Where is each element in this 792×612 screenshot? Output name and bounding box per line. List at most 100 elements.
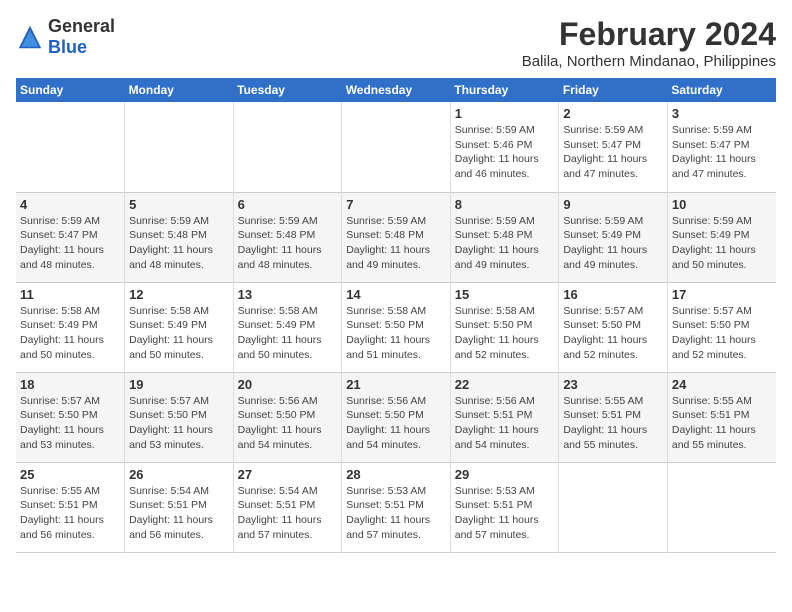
location-title: Balila, Northern Mindanao, Philippines — [522, 53, 776, 70]
day-cell: 23Sunrise: 5:55 AM Sunset: 5:51 PM Dayli… — [559, 372, 668, 462]
day-cell: 14Sunrise: 5:58 AM Sunset: 5:50 PM Dayli… — [342, 282, 451, 372]
logo-general: General — [48, 16, 115, 36]
header-friday: Friday — [559, 78, 668, 102]
day-cell: 20 Sunrise: 5:56 AM Sunset: 5:50 PM Dayli… — [233, 372, 342, 462]
logo-icon — [16, 23, 44, 51]
header-monday: Monday — [125, 78, 234, 102]
day-info: Sunrise: 5:55 AM Sunset: 5:51 PM Dayligh… — [563, 394, 663, 453]
day-cell: 28Sunrise: 5:53 AM Sunset: 5:51 PM Dayli… — [342, 462, 451, 552]
day-number: 1 — [455, 106, 555, 121]
day-cell: 2 Sunrise: 5:59 AM Sunset: 5:47 PM Daylig… — [559, 102, 668, 192]
header-thursday: Thursday — [450, 78, 559, 102]
day-info: Sunrise: 5:59 AM Sunset: 5:47 PM Dayligh… — [563, 123, 663, 182]
week-row-0: 1 Sunrise: 5:59 AM Sunset: 5:46 PM Daylig… — [16, 102, 776, 192]
day-cell: 21 Sunrise: 5:56 AM Sunset: 5:50 PM Dayli… — [342, 372, 451, 462]
title-block: February 2024 Balila, Northern Mindanao,… — [522, 16, 776, 70]
week-row-1: 4 Sunrise: 5:59 AM Sunset: 5:47 PM Daylig… — [16, 192, 776, 282]
day-number: 19 — [129, 377, 229, 392]
day-cell: 29 Sunrise: 5:53 AM Sunset: 5:51 PM Dayli… — [450, 462, 559, 552]
logo-blue: Blue — [48, 37, 87, 57]
day-info: Sunrise: 5:54 AM Sunset: 5:51 PM Dayligh… — [129, 484, 229, 543]
day-number: 8 — [455, 197, 555, 212]
day-number: 13 — [238, 287, 338, 302]
day-number: 15 — [455, 287, 555, 302]
day-cell: 12 Sunrise: 5:58 AM Sunset: 5:49 PM Dayli… — [125, 282, 234, 372]
day-number: 2 — [563, 106, 663, 121]
day-number: 10 — [672, 197, 772, 212]
header-sunday: Sunday — [16, 78, 125, 102]
day-cell: 15 Sunrise: 5:58 AM Sunset: 5:50 PM Dayli… — [450, 282, 559, 372]
header-wednesday: Wednesday — [342, 78, 451, 102]
day-cell — [16, 102, 125, 192]
day-cell — [667, 462, 776, 552]
day-number: 27 — [238, 467, 338, 482]
header-saturday: Saturday — [667, 78, 776, 102]
calendar-header-row: SundayMondayTuesdayWednesdayThursdayFrid… — [16, 78, 776, 102]
day-cell — [342, 102, 451, 192]
day-number: 4 — [20, 197, 120, 212]
day-info: Sunrise: 5:57 AM Sunset: 5:50 PM Dayligh… — [129, 394, 229, 453]
day-info: Sunrise: 5:58 AM Sunset: 5:50 PM Dayligh… — [346, 304, 446, 363]
day-number: 22 — [455, 377, 555, 392]
week-row-4: 25Sunrise: 5:55 AM Sunset: 5:51 PM Dayli… — [16, 462, 776, 552]
day-number: 26 — [129, 467, 229, 482]
week-row-2: 11 Sunrise: 5:58 AM Sunset: 5:49 PM Dayli… — [16, 282, 776, 372]
day-number: 29 — [455, 467, 555, 482]
logo: General Blue — [16, 16, 115, 58]
day-info: Sunrise: 5:58 AM Sunset: 5:49 PM Dayligh… — [129, 304, 229, 363]
day-cell: 10 Sunrise: 5:59 AM Sunset: 5:49 PM Dayli… — [667, 192, 776, 282]
day-cell: 11Sunrise: 5:58 AM Sunset: 5:49 PM Dayli… — [16, 282, 125, 372]
week-row-3: 18 Sunrise: 5:57 AM Sunset: 5:50 PM Dayli… — [16, 372, 776, 462]
day-cell: 4 Sunrise: 5:59 AM Sunset: 5:47 PM Daylig… — [16, 192, 125, 282]
day-cell — [125, 102, 234, 192]
day-info: Sunrise: 5:57 AM Sunset: 5:50 PM Dayligh… — [20, 394, 120, 453]
day-cell — [559, 462, 668, 552]
day-number: 20 — [238, 377, 338, 392]
day-cell: 18 Sunrise: 5:57 AM Sunset: 5:50 PM Dayli… — [16, 372, 125, 462]
day-number: 18 — [20, 377, 120, 392]
month-title: February 2024 — [522, 16, 776, 53]
day-number: 28 — [346, 467, 446, 482]
day-cell: 27 Sunrise: 5:54 AM Sunset: 5:51 PM Dayli… — [233, 462, 342, 552]
day-info: Sunrise: 5:55 AM Sunset: 5:51 PM Dayligh… — [672, 394, 772, 453]
day-info: Sunrise: 5:59 AM Sunset: 5:49 PM Dayligh… — [672, 214, 772, 273]
day-cell: 13 Sunrise: 5:58 AM Sunset: 5:49 PM Dayli… — [233, 282, 342, 372]
day-number: 3 — [672, 106, 772, 121]
day-cell: 9Sunrise: 5:59 AM Sunset: 5:49 PM Daylig… — [559, 192, 668, 282]
day-number: 7 — [346, 197, 446, 212]
day-info: Sunrise: 5:59 AM Sunset: 5:47 PM Dayligh… — [20, 214, 120, 273]
day-cell: 22 Sunrise: 5:56 AM Sunset: 5:51 PM Dayli… — [450, 372, 559, 462]
day-number: 16 — [563, 287, 663, 302]
day-info: Sunrise: 5:56 AM Sunset: 5:50 PM Dayligh… — [346, 394, 446, 453]
day-cell: 26 Sunrise: 5:54 AM Sunset: 5:51 PM Dayli… — [125, 462, 234, 552]
day-info: Sunrise: 5:54 AM Sunset: 5:51 PM Dayligh… — [238, 484, 338, 543]
page-header: General Blue February 2024 Balila, North… — [16, 16, 776, 70]
day-cell: 3 Sunrise: 5:59 AM Sunset: 5:47 PM Daylig… — [667, 102, 776, 192]
day-number: 11 — [20, 287, 120, 302]
day-cell: 1 Sunrise: 5:59 AM Sunset: 5:46 PM Daylig… — [450, 102, 559, 192]
day-cell: 25Sunrise: 5:55 AM Sunset: 5:51 PM Dayli… — [16, 462, 125, 552]
day-info: Sunrise: 5:56 AM Sunset: 5:50 PM Dayligh… — [238, 394, 338, 453]
day-cell: 6 Sunrise: 5:59 AM Sunset: 5:48 PM Daylig… — [233, 192, 342, 282]
day-number: 5 — [129, 197, 229, 212]
day-info: Sunrise: 5:59 AM Sunset: 5:47 PM Dayligh… — [672, 123, 772, 182]
day-cell — [233, 102, 342, 192]
day-info: Sunrise: 5:58 AM Sunset: 5:49 PM Dayligh… — [238, 304, 338, 363]
day-number: 6 — [238, 197, 338, 212]
day-info: Sunrise: 5:53 AM Sunset: 5:51 PM Dayligh… — [455, 484, 555, 543]
day-info: Sunrise: 5:59 AM Sunset: 5:46 PM Dayligh… — [455, 123, 555, 182]
day-number: 25 — [20, 467, 120, 482]
day-info: Sunrise: 5:56 AM Sunset: 5:51 PM Dayligh… — [455, 394, 555, 453]
day-info: Sunrise: 5:57 AM Sunset: 5:50 PM Dayligh… — [563, 304, 663, 363]
day-info: Sunrise: 5:58 AM Sunset: 5:50 PM Dayligh… — [455, 304, 555, 363]
day-number: 21 — [346, 377, 446, 392]
day-number: 17 — [672, 287, 772, 302]
day-cell: 19 Sunrise: 5:57 AM Sunset: 5:50 PM Dayli… — [125, 372, 234, 462]
day-info: Sunrise: 5:59 AM Sunset: 5:48 PM Dayligh… — [238, 214, 338, 273]
day-info: Sunrise: 5:59 AM Sunset: 5:48 PM Dayligh… — [129, 214, 229, 273]
day-cell: 17 Sunrise: 5:57 AM Sunset: 5:50 PM Dayli… — [667, 282, 776, 372]
day-number: 24 — [672, 377, 772, 392]
day-info: Sunrise: 5:57 AM Sunset: 5:50 PM Dayligh… — [672, 304, 772, 363]
day-number: 12 — [129, 287, 229, 302]
day-cell: 8Sunrise: 5:59 AM Sunset: 5:48 PM Daylig… — [450, 192, 559, 282]
